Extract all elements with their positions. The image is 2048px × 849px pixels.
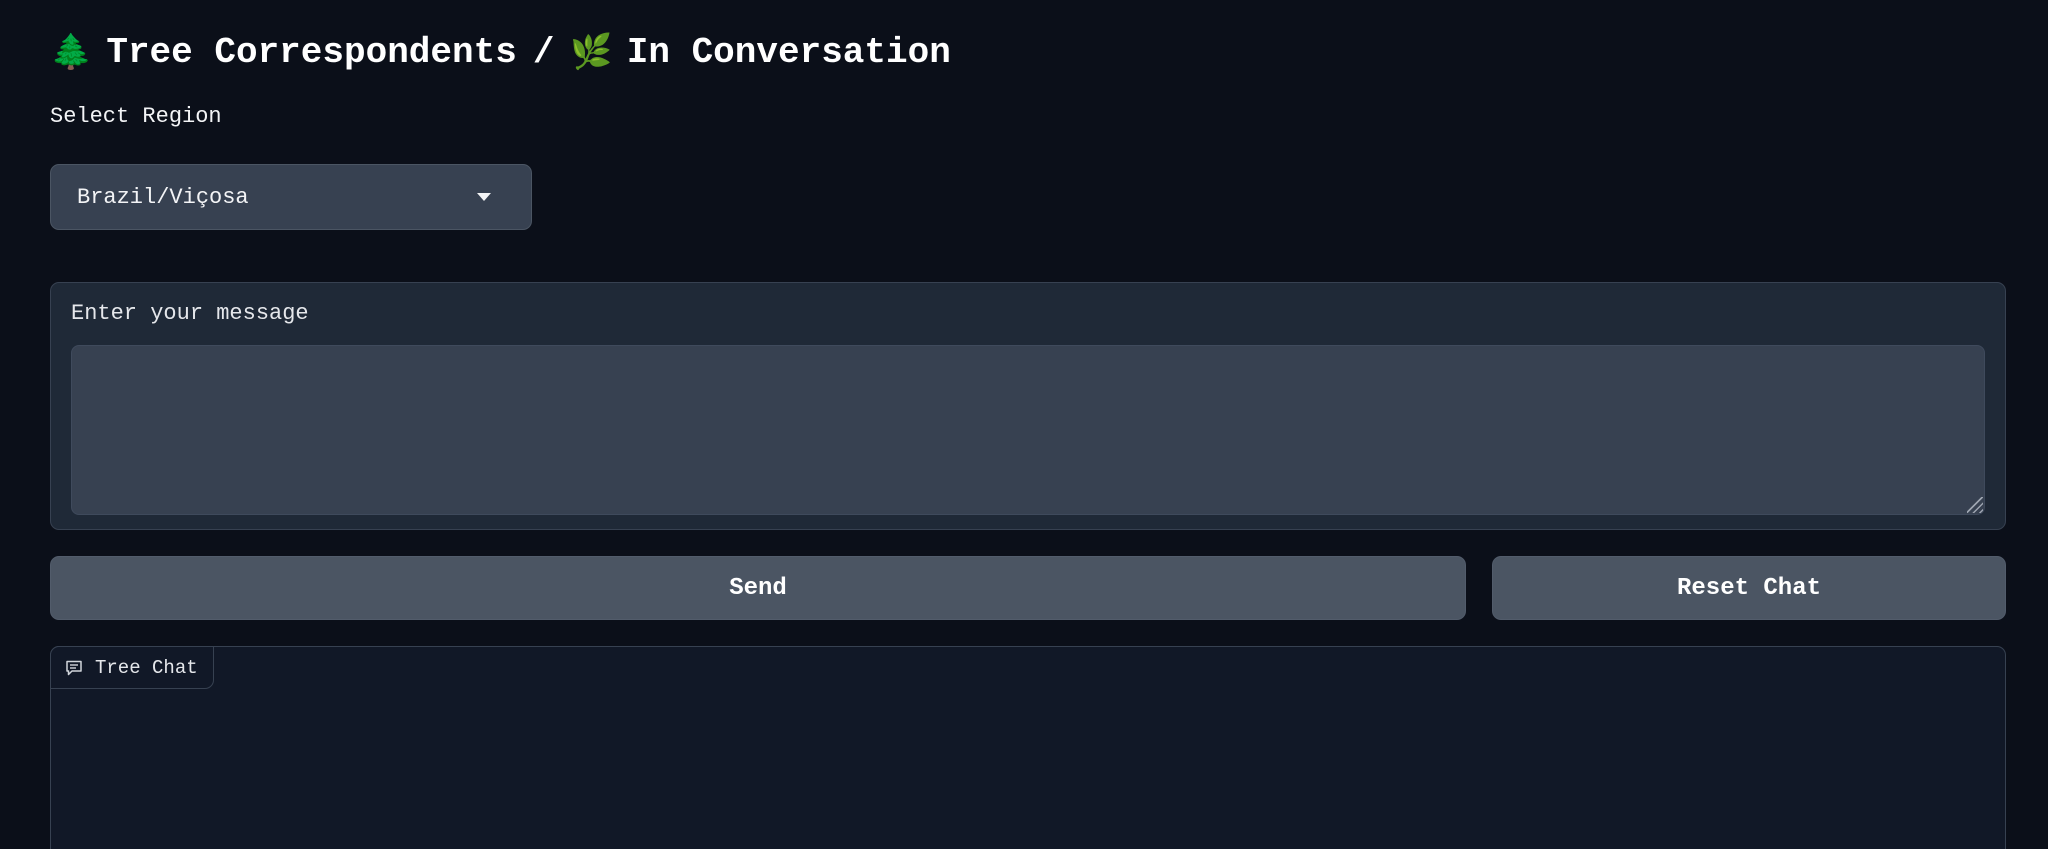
title-right: In Conversation [626, 31, 951, 73]
title-left: Tree Correspondents [106, 31, 517, 73]
title-separator: / [532, 31, 555, 73]
message-panel: Enter your message [50, 282, 2006, 530]
evergreen-tree-icon: 🌲 [50, 32, 93, 72]
region-dropdown[interactable]: Brazil/Viçosa [50, 164, 532, 230]
message-label: Enter your message [71, 301, 309, 326]
page-title: 🌲 Tree Correspondents / 🌿 In Conversatio… [50, 24, 951, 80]
region-label: Select Region [50, 104, 222, 129]
chevron-down-icon [477, 193, 491, 201]
region-selected-value: Brazil/Viçosa [77, 184, 249, 210]
send-button[interactable]: Send [50, 556, 1466, 620]
chat-tab: Tree Chat [50, 646, 214, 689]
chat-icon [65, 659, 83, 677]
chat-panel: Tree Chat [50, 646, 2006, 849]
resize-handle-icon[interactable] [1967, 497, 1983, 513]
chat-tab-label: Tree Chat [95, 656, 198, 679]
reset-chat-button[interactable]: Reset Chat [1492, 556, 2006, 620]
message-input[interactable] [71, 345, 1985, 515]
herb-icon: 🌿 [570, 32, 613, 72]
app-page: 🌲 Tree Correspondents / 🌿 In Conversatio… [0, 0, 2048, 849]
